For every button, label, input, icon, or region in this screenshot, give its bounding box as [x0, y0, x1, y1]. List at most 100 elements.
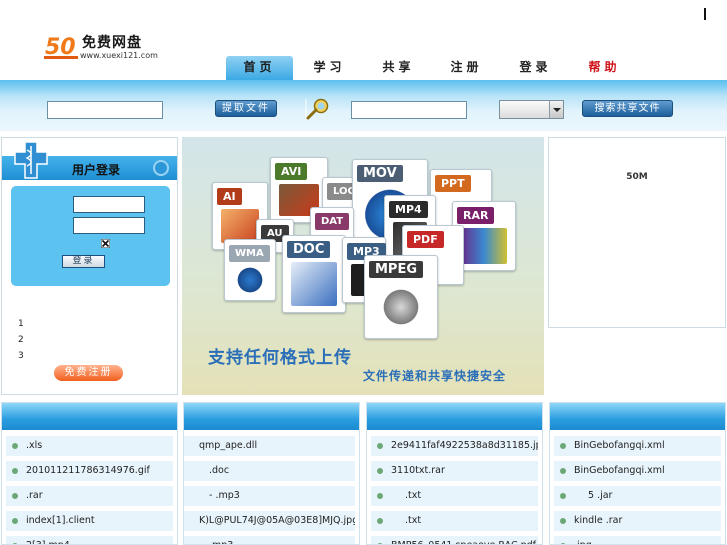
login-list: 1 2 3	[18, 316, 24, 364]
login-button[interactable]: 登录	[62, 255, 105, 268]
wma-art	[233, 266, 267, 294]
list-item[interactable]: BinGebofangqi.xml	[554, 436, 721, 456]
login-form: 登录	[11, 186, 170, 286]
file-name: kindle .rar	[574, 515, 623, 526]
list-item[interactable]: .mp3	[184, 536, 355, 544]
nav-login[interactable]: 登录	[503, 56, 568, 80]
category-select[interactable]	[499, 100, 564, 119]
list-item[interactable]: K)L@PUL74J@05A@03E8]MJQ.jpg	[184, 511, 355, 531]
logo-url: www.xuexi121.com	[80, 51, 158, 60]
storage-info-panel: 50M	[548, 137, 726, 328]
file-label: MOV	[357, 165, 403, 182]
bullet-icon	[377, 493, 383, 499]
share-search-input[interactable]	[351, 101, 467, 119]
logo-mark-text: 50	[45, 35, 76, 60]
file-label: RAR	[457, 207, 495, 224]
list-item[interactable]: 2[3].mp4	[6, 536, 173, 544]
bullet-icon	[377, 443, 383, 449]
login-header: 用户登录	[2, 138, 177, 180]
file-card-doc: DOC	[282, 235, 346, 313]
file-column-3: 2e9411faf4922538a8d31185.jpg 3110txt.rar…	[366, 402, 543, 545]
file-name: .xls	[26, 440, 43, 451]
file-name: .jpg	[574, 536, 592, 544]
doc-art	[291, 262, 337, 306]
file-name: 201011211786314976.gif	[26, 465, 150, 476]
extract-code-input[interactable]	[47, 101, 163, 119]
nav-help[interactable]: 帮助	[572, 56, 637, 80]
bullet-icon	[12, 493, 18, 499]
file-column-4: BinGebofangqi.xml BinGebofangqi.xml 5 .j…	[549, 402, 726, 545]
file-label: DOC	[287, 241, 331, 258]
bullet-icon	[12, 468, 18, 474]
magnifier-key-icon	[305, 98, 329, 120]
login-list-item[interactable]: 3	[18, 348, 24, 364]
list-item[interactable]: .doc	[184, 461, 355, 481]
bullet-icon	[560, 468, 566, 474]
login-circle-icon	[153, 160, 169, 176]
username-input[interactable]	[73, 196, 145, 213]
file-label: MP4	[389, 201, 428, 218]
list-item[interactable]: 201011211786314976.gif	[6, 461, 173, 481]
file-name: 5 .jar	[588, 490, 613, 501]
login-list-item[interactable]: 2	[18, 332, 24, 348]
list-item[interactable]: 3110txt.rar	[371, 461, 538, 481]
file-label: AVI	[275, 163, 308, 180]
file-name: index[1].client	[26, 515, 95, 526]
bullet-icon	[12, 443, 18, 449]
file-column-2: qmp_ape.dll .doc - .mp3 K)L@PUL74J@05A@0…	[183, 402, 360, 545]
file-label: MPEG	[369, 261, 424, 278]
column-header	[2, 403, 177, 430]
list-item[interactable]: 2e9411faf4922538a8d31185.jpg	[371, 436, 538, 456]
nav-register[interactable]: 注册	[434, 56, 499, 80]
rar-art	[461, 228, 507, 264]
top-marker	[704, 8, 706, 20]
list-item[interactable]: .txt	[371, 511, 538, 531]
list-item[interactable]: - .mp3	[184, 486, 355, 506]
file-column-1: .xls 201011211786314976.gif .rar index[1…	[1, 402, 178, 545]
nav-share[interactable]: 共享	[366, 56, 431, 80]
password-input[interactable]	[73, 217, 145, 234]
list-item[interactable]: 5 .jar	[554, 486, 721, 506]
file-name: 2[3].mp4	[26, 536, 70, 544]
file-name: qmp_ape.dll	[199, 440, 258, 451]
list-item[interactable]: BinGebofangqi.xml	[554, 461, 721, 481]
bullet-icon	[560, 443, 566, 449]
file-name: - .mp3	[209, 490, 240, 501]
list-item[interactable]: .txt	[371, 486, 538, 506]
bullet-icon	[560, 518, 566, 524]
nav-home[interactable]: 首页	[226, 56, 293, 80]
bullet-icon	[12, 518, 18, 524]
file-name: .txt	[405, 515, 422, 526]
file-name: .rar	[26, 490, 43, 501]
list-item[interactable]: qmp_ape.dll	[184, 436, 355, 456]
chevron-down-icon	[549, 101, 563, 118]
file-name: .mp3	[209, 536, 233, 544]
login-panel: 用户登录 登录 1 2 3 免费注册	[1, 137, 178, 395]
list-item[interactable]: kindle .rar	[554, 511, 721, 531]
logo-title: 免费网盘	[82, 35, 142, 51]
column-header	[550, 403, 725, 430]
list-item[interactable]: .xls	[6, 436, 173, 456]
ai-art	[221, 209, 259, 243]
list-item[interactable]: .rar	[6, 486, 173, 506]
list-item[interactable]: index[1].client	[6, 511, 173, 531]
extract-file-button[interactable]: 提取文件	[215, 100, 277, 117]
list-item[interactable]: BMP56_0541 speaove RAC.pdf	[371, 536, 538, 544]
remember-checkbox-icon[interactable]	[101, 239, 110, 248]
banner-slogan: 支持任何格式上传	[208, 348, 352, 368]
file-label: PPT	[435, 175, 471, 192]
file-name: .doc	[209, 465, 230, 476]
list-item[interactable]: .jpg	[554, 536, 721, 544]
nav-study[interactable]: 学习	[297, 56, 362, 80]
file-name: 3110txt.rar	[391, 465, 445, 476]
site-logo[interactable]: 50 免费网盘 www.xuexi121.com	[44, 32, 159, 64]
file-card-mpeg: MPEG	[364, 255, 438, 339]
bullet-icon	[377, 468, 383, 474]
file-label: DAT	[315, 213, 350, 230]
logo-mark-icon: 50	[44, 35, 78, 60]
free-register-button[interactable]: 免费注册	[54, 365, 123, 381]
file-name: BinGebofangqi.xml	[574, 465, 665, 476]
search-share-button[interactable]: 搜索共享文件	[582, 100, 673, 117]
login-list-item[interactable]: 1	[18, 316, 24, 332]
file-name: BinGebofangqi.xml	[574, 440, 665, 451]
